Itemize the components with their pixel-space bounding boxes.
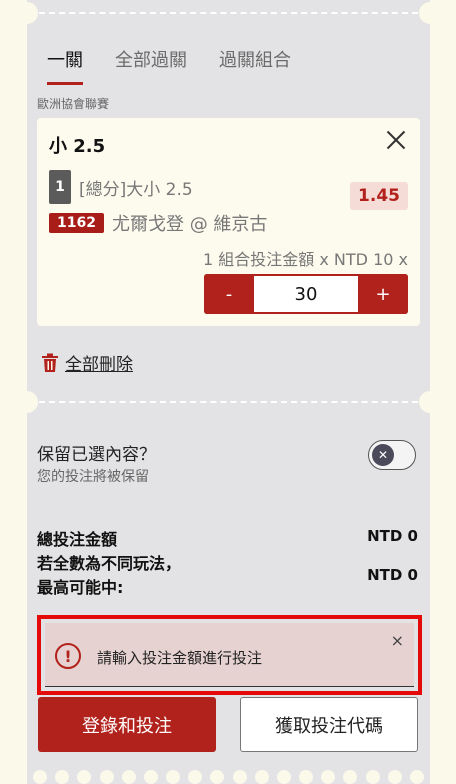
total-stake-value: NTD 0 xyxy=(367,527,418,545)
selection-title: 小 2.5 xyxy=(49,136,106,157)
bottom-perforation xyxy=(27,770,430,784)
stake-input[interactable] xyxy=(254,276,358,312)
max-win-label: 若全數為不同玩法， 最高可能中: xyxy=(37,552,181,600)
decrease-button[interactable]: - xyxy=(204,274,254,314)
login-and-bet-button[interactable]: 登錄和投注 xyxy=(38,697,216,752)
delete-all-label: 全部刪除 xyxy=(65,355,133,375)
keep-selection-title: 保留已選內容？ xyxy=(37,445,156,465)
bet-slip: 一關 全部過關 過關組合 歐洲協會聯賽 小 2.5 1 [總分]大小 2.5 1… xyxy=(16,0,441,784)
keep-selection-subtitle: 您的投注將被保留 xyxy=(37,469,149,485)
exclamation-icon: ! xyxy=(55,643,81,669)
mid-divider xyxy=(39,401,418,403)
max-win-label-line2: 最高可能中: xyxy=(37,578,124,597)
match-line: 1162 尤爾戈登 @ 維京古 xyxy=(49,210,267,236)
total-stake-label: 總投注金額 xyxy=(37,530,118,549)
alert-message: 請輸入投注金額進行投注 xyxy=(97,649,263,667)
tab-single[interactable]: 一關 xyxy=(47,46,83,85)
tab-parlay-combo[interactable]: 過關組合 xyxy=(219,46,291,85)
teams-label: 尤爾戈登 @ 維京古 xyxy=(111,214,268,235)
stake-info: 1 組合投注金額 x NTD 10 x xyxy=(203,250,408,269)
alert-highlight: ! 請輸入投注金額進行投注 × xyxy=(37,615,422,695)
delete-all-button[interactable]: 全部刪除 xyxy=(41,350,133,375)
league-name: 歐洲協會聯賽 xyxy=(37,97,110,111)
keep-selection-toggle[interactable]: ✕ xyxy=(368,440,416,470)
leg-number-badge: 1 xyxy=(49,170,71,204)
market-label: [總分]大小 2.5 xyxy=(79,179,193,200)
get-bet-code-button[interactable]: 獲取投注代碼 xyxy=(240,697,418,752)
mid-right-notch xyxy=(419,391,441,413)
bet-card: 小 2.5 1 [總分]大小 2.5 1.45 1162 尤爾戈登 @ 維京古 … xyxy=(37,118,420,326)
top-right-notch xyxy=(419,2,441,24)
error-alert: ! 請輸入投注金額進行投注 × xyxy=(45,623,414,687)
max-win-value: NTD 0 xyxy=(367,566,418,584)
tab-all-parlay[interactable]: 全部過關 xyxy=(115,46,187,85)
toggle-off-icon: ✕ xyxy=(372,444,394,466)
match-id-badge: 1162 xyxy=(49,213,104,233)
top-left-notch xyxy=(16,2,38,24)
mid-left-notch xyxy=(16,391,38,413)
top-divider xyxy=(39,12,418,14)
bet-type-tabs: 一關 全部過關 過關組合 xyxy=(47,46,291,85)
increase-button[interactable]: + xyxy=(358,274,408,314)
close-icon[interactable] xyxy=(384,128,408,152)
odds-badge: 1.45 xyxy=(350,182,408,210)
stake-stepper: - + xyxy=(204,274,408,314)
alert-close-icon[interactable]: × xyxy=(391,631,404,650)
market-line: 1 [總分]大小 2.5 xyxy=(49,170,193,204)
max-win-label-line1: 若全數為不同玩法， xyxy=(37,554,182,573)
trash-icon xyxy=(42,353,58,372)
